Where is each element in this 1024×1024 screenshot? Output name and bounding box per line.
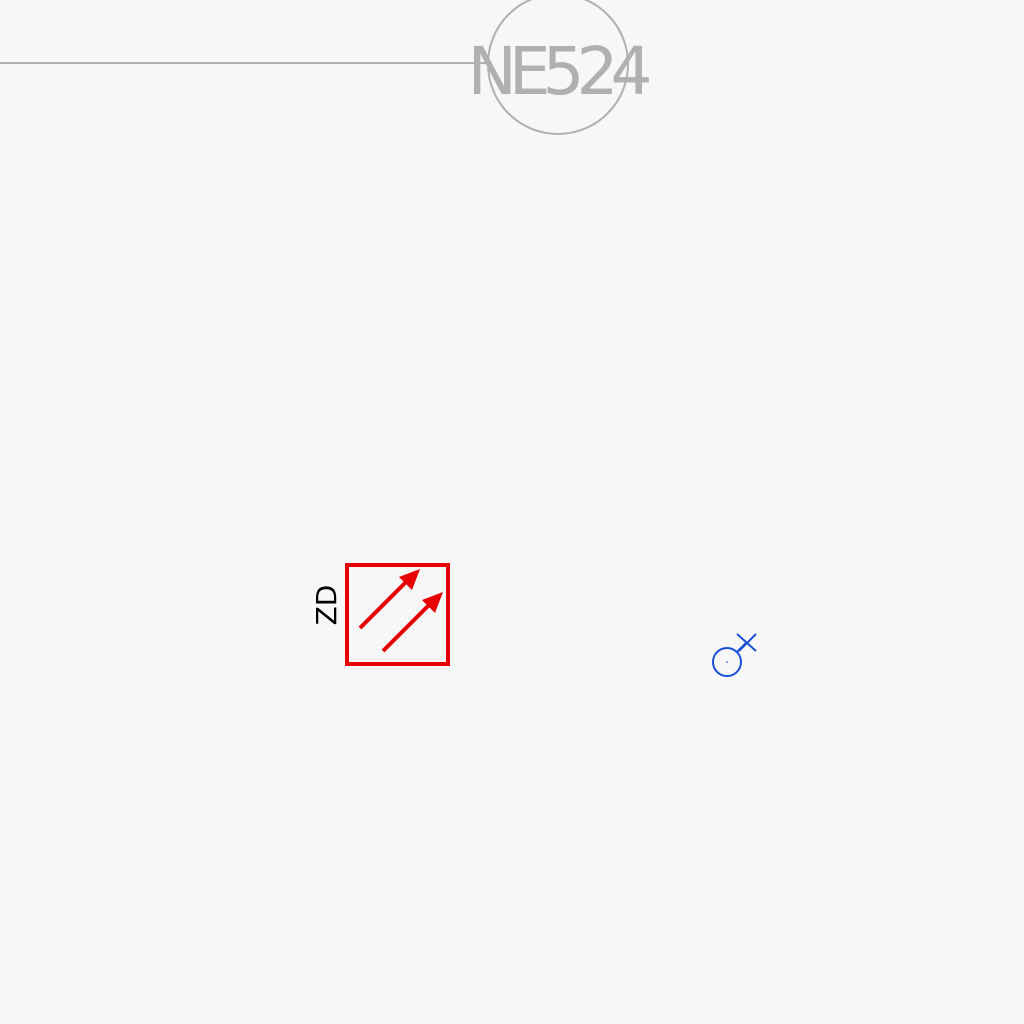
node-ne524[interactable]: NE524: [467, 0, 658, 135]
symbol-center-dot: [726, 661, 728, 663]
diagram-canvas: NE524 ZD: [0, 0, 1024, 1024]
node-label: NE524: [467, 33, 649, 110]
arrow-upper: [358, 578, 410, 630]
device-zd[interactable]: ZD: [310, 563, 450, 666]
double-arrow-box-icon: [345, 563, 450, 666]
diagram-svg: NE524 ZD: [0, 0, 757, 677]
device-label: ZD: [310, 585, 343, 626]
circle-cross-symbol[interactable]: [712, 633, 757, 677]
arrow-lower: [381, 601, 433, 653]
